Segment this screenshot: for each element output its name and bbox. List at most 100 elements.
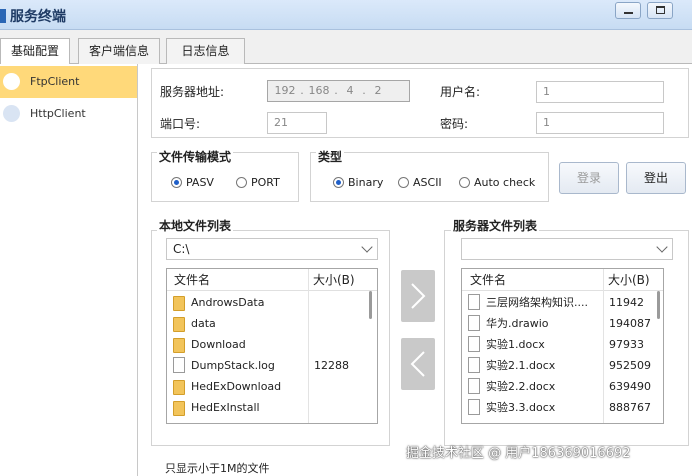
file-name: 实验1.docx (486, 338, 545, 351)
remote-file-row[interactable]: 三层网络架构知识.... 11942 (462, 292, 662, 313)
upload-button[interactable] (401, 270, 435, 322)
file-size: 639490 (609, 380, 651, 393)
minimize-icon (624, 12, 633, 14)
file-name: HedExDownload (191, 380, 282, 393)
file-size: 97933 (609, 338, 644, 351)
title-bar: 服务终端 (0, 0, 692, 30)
sidebar-item-ftpclient[interactable]: FtpClient (0, 66, 137, 98)
file-name: data (191, 317, 216, 330)
download-button[interactable] (401, 338, 435, 390)
file-size: 888767 (609, 401, 651, 414)
local-file-row[interactable]: data (167, 313, 367, 334)
folder-icon (173, 338, 185, 353)
file-size: 194087 (609, 317, 651, 330)
transfer-mode-title: 文件传输模式 (157, 148, 234, 165)
password-field[interactable]: 1 (536, 112, 664, 134)
file-name: 实验2.2.docx (486, 380, 556, 393)
local-path-select[interactable]: C:\ (166, 238, 378, 260)
file-icon (173, 357, 185, 373)
remote-file-row[interactable]: 实验1.docx 97933 (462, 334, 662, 355)
port-field[interactable]: 21 (267, 112, 327, 134)
tab-client-info[interactable]: 客户端信息 (78, 38, 160, 64)
radio-binary[interactable]: Binary (333, 176, 383, 189)
local-file-row[interactable]: DumpStack.log 12288 (167, 355, 367, 376)
local-file-list[interactable]: 文件名 大小(B) AndrowsData data Download DumpSta… (166, 268, 378, 424)
sidebar-item-label: FtpClient (30, 75, 80, 88)
ip-octet-3: 4 (346, 84, 354, 97)
local-file-row[interactable]: HedExDownload (167, 376, 367, 397)
radio-port[interactable]: PORT (236, 176, 280, 189)
file-size: 11942 (609, 296, 644, 309)
remote-file-row[interactable]: 实验3.3.docx 888767 (462, 397, 662, 418)
radio-off-icon (236, 177, 247, 188)
file-icon (468, 315, 480, 331)
file-size: 12288 (314, 359, 349, 372)
main-content: 服务器地址: 192. 168. 4. 2 用户名: 1 端口号: 21 密码: 1 … (138, 64, 692, 476)
file-name: DumpStack.log (191, 359, 275, 372)
file-size: 952509 (609, 359, 651, 372)
ip-octet-1: 192 (274, 84, 296, 97)
radio-pasv[interactable]: PASV (171, 176, 214, 189)
ip-octet-4: 2 (374, 84, 382, 97)
client-sidebar: FtpClient HttpClient (0, 64, 138, 476)
ip-octet-2: 168 (308, 84, 330, 97)
folder-icon (173, 317, 185, 332)
tab-log-info[interactable]: 日志信息 (166, 38, 245, 64)
client-dot-icon (3, 73, 20, 90)
local-path-value: C:\ (173, 242, 190, 256)
file-name: 三层网络架构知识.... (486, 296, 588, 309)
file-icon (468, 336, 480, 352)
username-label: 用户名: (440, 85, 481, 99)
radio-on-icon (171, 177, 182, 188)
file-name: 实验3.3.docx (486, 401, 556, 414)
minimize-button[interactable] (615, 2, 641, 19)
chevron-down-icon (656, 241, 668, 253)
remote-files-title: 服务器文件列表 (451, 217, 540, 234)
server-ip-field[interactable]: 192. 168. 4. 2 (267, 80, 410, 102)
maximize-icon (656, 6, 665, 14)
login-button[interactable]: 登录 (559, 162, 619, 194)
local-file-row[interactable]: AndrowsData (167, 292, 367, 313)
watermark-text: 掘金技术社区 @ 用户186369016692 (406, 446, 631, 461)
chevron-left-icon (410, 351, 425, 377)
window-title: 服务终端 (0, 6, 66, 26)
sidebar-item-label: HttpClient (30, 107, 86, 120)
logout-button[interactable]: 登出 (626, 162, 686, 194)
local-col-size[interactable]: 大小(B) (313, 269, 355, 291)
local-list-header: 文件名 大小(B) (167, 269, 377, 291)
radio-ascii[interactable]: ASCII (398, 176, 442, 189)
radio-off-icon (398, 177, 409, 188)
username-field[interactable]: 1 (536, 81, 664, 103)
file-name: AndrowsData (191, 296, 265, 309)
radio-auto-check[interactable]: Auto check (459, 176, 535, 189)
file-icon (468, 294, 480, 310)
local-file-row[interactable]: Download (167, 334, 367, 355)
file-name: Download (191, 338, 246, 351)
app-icon (0, 9, 6, 23)
file-name: HedExInstall (191, 401, 260, 414)
remote-path-select[interactable] (461, 238, 673, 260)
remote-file-row[interactable]: 华为.drawio 194087 (462, 313, 662, 334)
local-list-scrollbar[interactable] (369, 291, 372, 319)
remote-list-scrollbar[interactable] (657, 291, 660, 319)
tab-basic-config[interactable]: 基础配置 (0, 38, 70, 65)
remote-file-row[interactable]: 实验2.2.docx 639490 (462, 376, 662, 397)
remote-file-list[interactable]: 文件名 大小(B) 三层网络架构知识.... 11942 华为.drawio 1940… (461, 268, 664, 424)
sidebar-item-httpclient[interactable]: HttpClient (0, 98, 137, 130)
radio-off-icon (459, 177, 470, 188)
remote-col-size[interactable]: 大小(B) (608, 269, 650, 291)
local-file-row[interactable]: HedExInstall (167, 397, 367, 418)
filter-note: 只显示小于1M的文件 (165, 462, 270, 475)
radio-on-icon (333, 177, 344, 188)
file-icon (468, 357, 480, 373)
folder-icon (173, 296, 185, 311)
chevron-down-icon (361, 241, 373, 253)
client-dot-icon (3, 105, 20, 122)
maximize-button[interactable] (647, 2, 673, 19)
remote-col-name[interactable]: 文件名 (470, 269, 506, 291)
remote-file-row[interactable]: 实验2.1.docx 952509 (462, 355, 662, 376)
file-icon (468, 399, 480, 415)
file-name: 华为.drawio (486, 317, 549, 330)
port-label: 端口号: (160, 117, 201, 131)
local-col-name[interactable]: 文件名 (174, 269, 210, 291)
